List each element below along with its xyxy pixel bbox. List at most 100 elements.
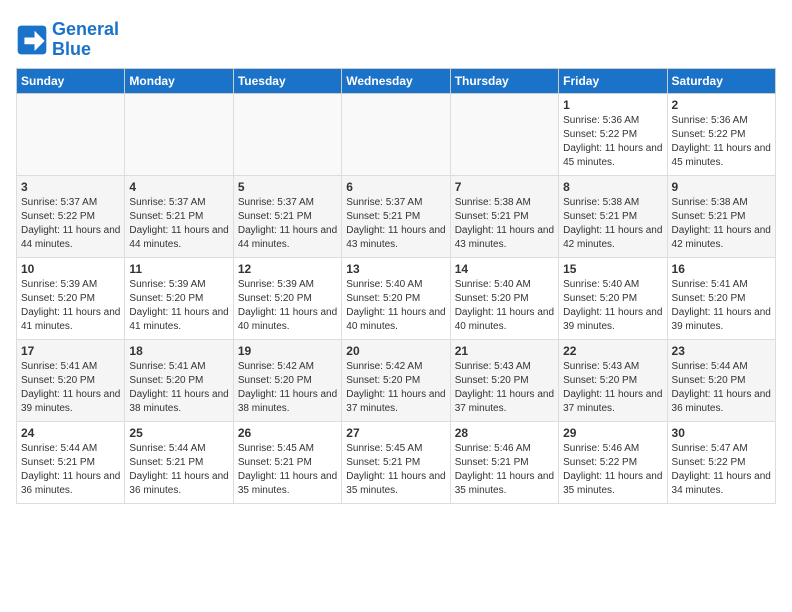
week-row-2: 3 Sunrise: 5:37 AM Sunset: 5:22 PM Daylig… [17, 175, 776, 257]
day-number: 23 [672, 344, 771, 358]
calendar-cell: 17 Sunrise: 5:41 AM Sunset: 5:20 PM Dayli… [17, 339, 125, 421]
weekday-header-saturday: Saturday [667, 68, 775, 93]
day-detail: Sunrise: 5:39 AM Sunset: 5:20 PM Dayligh… [238, 278, 337, 334]
day-detail: Sunrise: 5:40 AM Sunset: 5:20 PM Dayligh… [563, 278, 662, 334]
calendar-cell [125, 93, 233, 175]
day-number: 29 [563, 426, 662, 440]
day-number: 1 [563, 98, 662, 112]
calendar-cell: 8Sunrise: 5:38 AM Sunset: 5:21 PM Daylig… [559, 175, 667, 257]
logo-icon [16, 24, 48, 56]
weekday-header-thursday: Thursday [450, 68, 558, 93]
calendar-cell: 22 Sunrise: 5:43 AM Sunset: 5:20 PM Dayli… [559, 339, 667, 421]
calendar-cell: 30 Sunrise: 5:47 AM Sunset: 5:22 PM Dayli… [667, 421, 775, 503]
calendar-cell: 5 Sunrise: 5:37 AM Sunset: 5:21 PM Daylig… [233, 175, 341, 257]
day-detail: Sunrise: 5:37 AM Sunset: 5:21 PM Dayligh… [129, 196, 228, 252]
day-detail: Sunrise: 5:37 AM Sunset: 5:22 PM Dayligh… [21, 196, 120, 252]
day-number: 24 [21, 426, 120, 440]
calendar-cell: 29 Sunrise: 5:46 AM Sunset: 5:22 PM Dayli… [559, 421, 667, 503]
calendar-cell: 21Sunrise: 5:43 AM Sunset: 5:20 PM Dayli… [450, 339, 558, 421]
day-detail: Sunrise: 5:45 AM Sunset: 5:21 PM Dayligh… [238, 442, 337, 498]
day-detail: Sunrise: 5:45 AM Sunset: 5:21 PM Dayligh… [346, 442, 445, 498]
day-number: 2 [672, 98, 771, 112]
day-number: 4 [129, 180, 228, 194]
day-detail: Sunrise: 5:42 AM Sunset: 5:20 PM Dayligh… [238, 360, 337, 416]
calendar-cell: 6 Sunrise: 5:37 AM Sunset: 5:21 PM Daylig… [342, 175, 450, 257]
calendar-cell: 10Sunrise: 5:39 AM Sunset: 5:20 PM Dayli… [17, 257, 125, 339]
day-number: 8 [563, 180, 662, 194]
day-number: 12 [238, 262, 337, 276]
day-detail: Sunrise: 5:37 AM Sunset: 5:21 PM Dayligh… [346, 196, 445, 252]
day-detail: Sunrise: 5:39 AM Sunset: 5:20 PM Dayligh… [129, 278, 228, 334]
calendar-cell: 9Sunrise: 5:38 AM Sunset: 5:21 PM Daylig… [667, 175, 775, 257]
calendar-cell: 23 Sunrise: 5:44 AM Sunset: 5:20 PM Dayli… [667, 339, 775, 421]
day-number: 5 [238, 180, 337, 194]
day-number: 28 [455, 426, 554, 440]
day-detail: Sunrise: 5:40 AM Sunset: 5:20 PM Dayligh… [346, 278, 445, 334]
logo-text: General Blue [52, 20, 119, 60]
day-number: 16 [672, 262, 771, 276]
calendar-cell: 27 Sunrise: 5:45 AM Sunset: 5:21 PM Dayli… [342, 421, 450, 503]
day-number: 11 [129, 262, 228, 276]
weekday-header-sunday: Sunday [17, 68, 125, 93]
calendar-cell: 25 Sunrise: 5:44 AM Sunset: 5:21 PM Dayli… [125, 421, 233, 503]
week-row-1: 1 Sunrise: 5:36 AM Sunset: 5:22 PM Daylig… [17, 93, 776, 175]
calendar-cell: 7 Sunrise: 5:38 AM Sunset: 5:21 PM Daylig… [450, 175, 558, 257]
day-number: 15 [563, 262, 662, 276]
day-number: 26 [238, 426, 337, 440]
day-number: 9 [672, 180, 771, 194]
day-detail: Sunrise: 5:41 AM Sunset: 5:20 PM Dayligh… [129, 360, 228, 416]
calendar-cell: 11 Sunrise: 5:39 AM Sunset: 5:20 PM Dayli… [125, 257, 233, 339]
calendar-cell: 13Sunrise: 5:40 AM Sunset: 5:20 PM Dayli… [342, 257, 450, 339]
calendar-cell: 20Sunrise: 5:42 AM Sunset: 5:20 PM Dayli… [342, 339, 450, 421]
calendar-cell: 18 Sunrise: 5:41 AM Sunset: 5:20 PM Dayli… [125, 339, 233, 421]
calendar-cell: 3 Sunrise: 5:37 AM Sunset: 5:22 PM Daylig… [17, 175, 125, 257]
week-row-5: 24 Sunrise: 5:44 AM Sunset: 5:21 PM Dayli… [17, 421, 776, 503]
day-number: 17 [21, 344, 120, 358]
day-number: 7 [455, 180, 554, 194]
weekday-header-monday: Monday [125, 68, 233, 93]
calendar-cell: 26 Sunrise: 5:45 AM Sunset: 5:21 PM Dayli… [233, 421, 341, 503]
calendar-cell [450, 93, 558, 175]
day-number: 19 [238, 344, 337, 358]
calendar-cell: 15 Sunrise: 5:40 AM Sunset: 5:20 PM Dayli… [559, 257, 667, 339]
day-detail: Sunrise: 5:39 AM Sunset: 5:20 PM Dayligh… [21, 278, 120, 334]
day-detail: Sunrise: 5:44 AM Sunset: 5:20 PM Dayligh… [672, 360, 771, 416]
calendar-cell: 24 Sunrise: 5:44 AM Sunset: 5:21 PM Dayli… [17, 421, 125, 503]
calendar-cell: 1Sunrise: 5:36 AM Sunset: 5:22 PM Daylig… [559, 93, 667, 175]
calendar-cell: 28 Sunrise: 5:46 AM Sunset: 5:21 PM Dayli… [450, 421, 558, 503]
day-number: 3 [21, 180, 120, 194]
day-number: 6 [346, 180, 445, 194]
calendar-cell: 12 Sunrise: 5:39 AM Sunset: 5:20 PM Dayli… [233, 257, 341, 339]
day-detail: Sunrise: 5:46 AM Sunset: 5:22 PM Dayligh… [563, 442, 662, 498]
day-number: 27 [346, 426, 445, 440]
day-number: 22 [563, 344, 662, 358]
day-detail: Sunrise: 5:43 AM Sunset: 5:20 PM Dayligh… [563, 360, 662, 416]
week-row-4: 17 Sunrise: 5:41 AM Sunset: 5:20 PM Dayli… [17, 339, 776, 421]
calendar-cell: 19 Sunrise: 5:42 AM Sunset: 5:20 PM Dayli… [233, 339, 341, 421]
day-detail: Sunrise: 5:44 AM Sunset: 5:21 PM Dayligh… [129, 442, 228, 498]
day-detail: Sunrise: 5:36 AM Sunset: 5:22 PM Dayligh… [672, 114, 771, 170]
weekday-header-friday: Friday [559, 68, 667, 93]
day-detail: Sunrise: 5:47 AM Sunset: 5:22 PM Dayligh… [672, 442, 771, 498]
calendar-cell [342, 93, 450, 175]
weekday-header-row: SundayMondayTuesdayWednesdayThursdayFrid… [17, 68, 776, 93]
day-detail: Sunrise: 5:38 AM Sunset: 5:21 PM Dayligh… [455, 196, 554, 252]
day-detail: Sunrise: 5:40 AM Sunset: 5:20 PM Dayligh… [455, 278, 554, 334]
weekday-header-tuesday: Tuesday [233, 68, 341, 93]
day-detail: Sunrise: 5:37 AM Sunset: 5:21 PM Dayligh… [238, 196, 337, 252]
logo: General Blue [16, 20, 119, 60]
day-detail: Sunrise: 5:44 AM Sunset: 5:21 PM Dayligh… [21, 442, 120, 498]
calendar-cell: 2 Sunrise: 5:36 AM Sunset: 5:22 PM Daylig… [667, 93, 775, 175]
week-row-3: 10Sunrise: 5:39 AM Sunset: 5:20 PM Dayli… [17, 257, 776, 339]
calendar-cell: 16 Sunrise: 5:41 AM Sunset: 5:20 PM Dayli… [667, 257, 775, 339]
day-detail: Sunrise: 5:42 AM Sunset: 5:20 PM Dayligh… [346, 360, 445, 416]
day-detail: Sunrise: 5:41 AM Sunset: 5:20 PM Dayligh… [21, 360, 120, 416]
day-detail: Sunrise: 5:46 AM Sunset: 5:21 PM Dayligh… [455, 442, 554, 498]
day-number: 14 [455, 262, 554, 276]
day-number: 18 [129, 344, 228, 358]
day-number: 25 [129, 426, 228, 440]
day-detail: Sunrise: 5:41 AM Sunset: 5:20 PM Dayligh… [672, 278, 771, 334]
weekday-header-wednesday: Wednesday [342, 68, 450, 93]
day-number: 30 [672, 426, 771, 440]
day-detail: Sunrise: 5:43 AM Sunset: 5:20 PM Dayligh… [455, 360, 554, 416]
